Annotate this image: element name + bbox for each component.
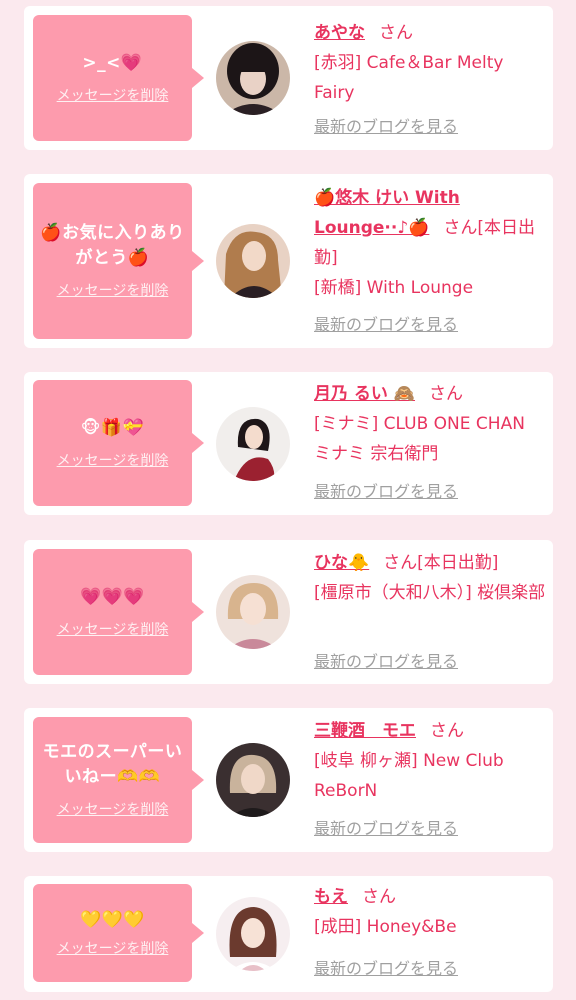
cast-info: ひな🐥 さん[本日出勤] [橿原市（大和八木）] 桜倶楽部 (314, 548, 546, 608)
message-text: >_<💗 (82, 52, 143, 73)
cast-info: 月乃 るい 🙈 さん [ミナミ] CLUB ONE CHAN ミナミ 宗右衛門 (314, 379, 546, 469)
avatar[interactable] (216, 575, 290, 649)
message-text: 💛💛💛 (79, 909, 145, 930)
honorific: さん (430, 721, 464, 741)
honorific: さん (443, 218, 478, 238)
message-card: 💛💛💛 メッセージを削除 もえ さん [成田] Honey&Be 最新のブログを見… (24, 876, 553, 992)
shop-name: [岐阜 柳ヶ瀬] New Club ReBorN (314, 751, 504, 801)
message-bubble: >_<💗 メッセージを削除 (33, 15, 204, 141)
message-bubble: 🍎お気に入りありがとう🍎 メッセージを削除 (33, 183, 204, 339)
message-text: 🐵🎁💝 (80, 417, 145, 438)
message-card: 🐵🎁💝 メッセージを削除 月乃 るい 🙈 さん [ミナミ] CLUB ONE CH… (24, 372, 553, 515)
cast-name-link[interactable]: 月乃 るい 🙈 (314, 384, 415, 404)
cast-name-link[interactable]: 三鞭酒 モエ (314, 721, 416, 741)
avatar[interactable] (216, 41, 290, 115)
cast-name-link[interactable]: 🍎悠木 けい With Lounge··♪🍎 (314, 188, 460, 238)
avatar[interactable] (216, 897, 290, 971)
avatar[interactable] (216, 743, 290, 817)
avatar[interactable] (216, 407, 290, 481)
cast-name-link[interactable]: あやな (314, 23, 365, 43)
view-blog-link[interactable]: 最新のブログを見る (314, 115, 458, 139)
cast-info: 三鞭酒 モエ さん [岐阜 柳ヶ瀬] New Club ReBorN (314, 716, 546, 806)
delete-message-link[interactable]: メッセージを削除 (57, 281, 169, 301)
cast-info: あやな さん [赤羽] Cafe＆Bar Melty Fairy (314, 18, 546, 108)
shop-name: [成田] Honey&Be (314, 917, 457, 937)
message-card: >_<💗 メッセージを削除 あやな さん [赤羽] Cafe＆Bar Melty … (24, 6, 553, 150)
cast-name-link[interactable]: もえ (314, 887, 348, 907)
message-card: 🍎お気に入りありがとう🍎 メッセージを削除 🍎悠木 けい With Lounge… (24, 174, 553, 348)
view-blog-link[interactable]: 最新のブログを見る (314, 957, 458, 981)
message-card: 💗💗💗 メッセージを削除 ひな🐥 さん[本日出勤] [橿原市（大和八木）] 桜倶楽… (24, 540, 553, 684)
message-text: 💗💗💗 (79, 586, 145, 607)
shop-name: [ミナミ] CLUB ONE CHAN ミナミ 宗右衛門 (314, 414, 525, 464)
message-bubble: モエのスーパーいいねー🫶🫶 メッセージを削除 (33, 717, 204, 843)
view-blog-link[interactable]: 最新のブログを見る (314, 313, 458, 337)
message-text: 🍎お気に入りありがとう🍎 (40, 223, 185, 268)
delete-message-link[interactable]: メッセージを削除 (57, 800, 169, 820)
avatar[interactable] (216, 224, 290, 298)
view-blog-link[interactable]: 最新のブログを見る (314, 480, 458, 504)
view-blog-link[interactable]: 最新のブログを見る (314, 817, 458, 841)
cast-info: 🍎悠木 けい With Lounge··♪🍎 さん[本日出勤] [新橋] With… (314, 183, 546, 303)
cast-name-link[interactable]: ひな🐥 (314, 553, 369, 573)
honorific: さん (383, 553, 418, 573)
message-bubble: 🐵🎁💝 メッセージを削除 (33, 380, 204, 506)
honorific: さん (379, 23, 413, 43)
message-bubble: 💗💗💗 メッセージを削除 (33, 549, 204, 675)
honorific: さん (362, 887, 396, 907)
shop-name: [橿原市（大和八木）] 桜倶楽部 (314, 583, 546, 603)
delete-message-link[interactable]: メッセージを削除 (57, 86, 169, 106)
shop-name: [新橋] With Lounge (314, 278, 474, 298)
view-blog-link[interactable]: 最新のブログを見る (314, 650, 458, 674)
cast-info: もえ さん [成田] Honey&Be (314, 882, 546, 942)
message-text: モエのスーパーいいねー🫶🫶 (42, 742, 183, 787)
message-card: モエのスーパーいいねー🫶🫶 メッセージを削除 三鞭酒 モエ さん [岐阜 柳ヶ瀬]… (24, 708, 553, 852)
message-bubble: 💛💛💛 メッセージを削除 (33, 884, 204, 982)
delete-message-link[interactable]: メッセージを削除 (57, 939, 169, 959)
status-text: [本日出勤] (417, 553, 499, 573)
honorific: さん (429, 384, 464, 404)
shop-name: [赤羽] Cafe＆Bar Melty Fairy (314, 53, 504, 103)
delete-message-link[interactable]: メッセージを削除 (57, 451, 169, 471)
delete-message-link[interactable]: メッセージを削除 (57, 620, 169, 640)
